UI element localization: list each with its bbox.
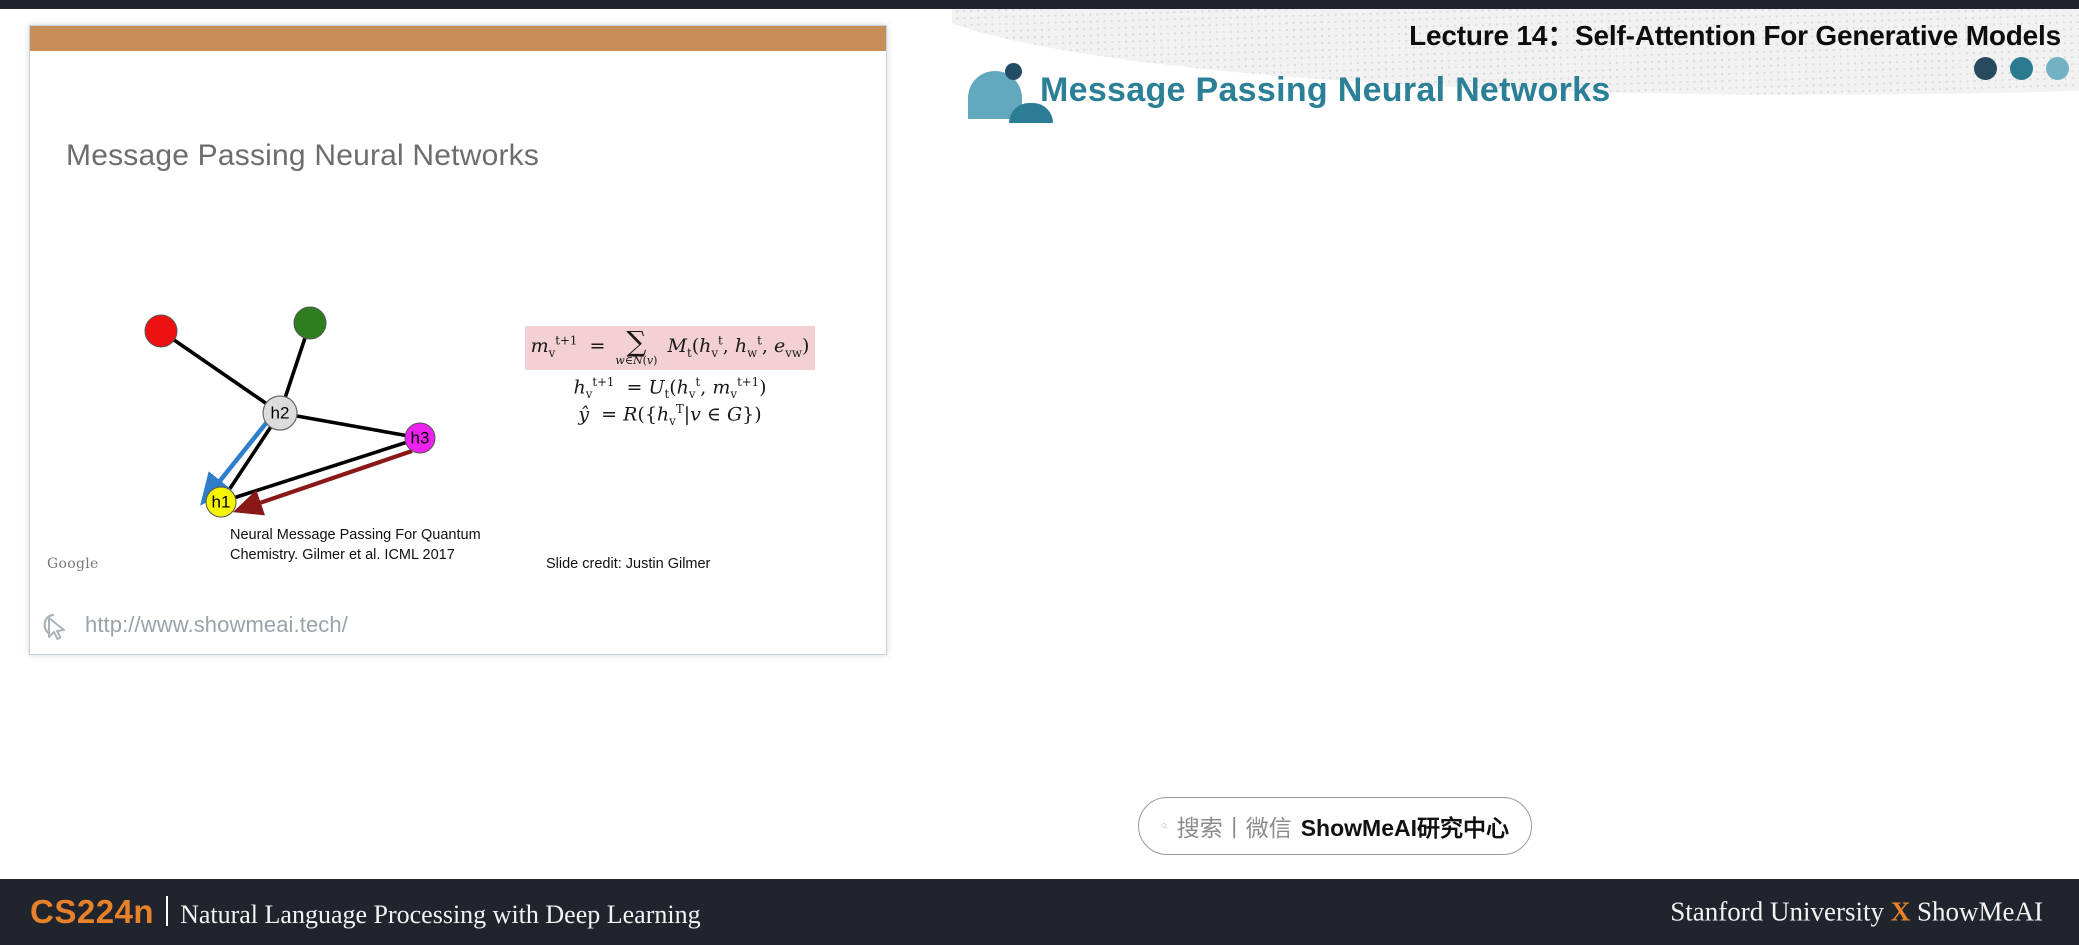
slide-credit: Slide credit: Justin Gilmer	[546, 556, 711, 572]
svg-text:h3: h3	[411, 428, 430, 447]
cursor-arrow-icon	[43, 613, 65, 640]
lecture-title: Lecture 14：Self-Attention For Generative…	[1409, 20, 2061, 51]
panel-heading: Message Passing Neural Networks	[1040, 71, 1611, 109]
header-dots-decoration	[1974, 57, 2069, 80]
reference-caption: Neural Message Passing For Quantum Chemi…	[230, 527, 481, 563]
header-dot-medium	[2010, 57, 2033, 80]
search-label: 搜索丨微信	[1176, 815, 1292, 841]
footer-attribution: Stanford University X ShowMeAI	[1670, 897, 2043, 928]
graph-svg: h2 h3 h1	[144, 306, 436, 518]
message-passing-graph-figure: h2 h3 h1	[100, 281, 460, 518]
formula-update: hvt+1 = Ut(hvt, mvt+1)	[573, 375, 767, 402]
showmeai-logo-icon	[968, 57, 1053, 123]
footer-x-mark: X	[1890, 896, 1911, 927]
google-logo: Google	[47, 556, 99, 572]
course-code: CS224n	[30, 893, 155, 930]
slide-accent-bar	[30, 26, 886, 51]
page-stage: Message Passing Neural Networks h2 h3 h1…	[0, 9, 2079, 879]
slide-card: Message Passing Neural Networks h2 h3 h1…	[29, 25, 887, 655]
formula-message-row: mvt+1 = ∑ w∈N(v) Mt(hvt, hwt, evw)	[520, 326, 820, 370]
footer-brand: ShowMeAI	[1910, 896, 2043, 927]
header-dot-dark	[1974, 57, 1997, 80]
search-icon	[1161, 823, 1168, 829]
svg-text:h1: h1	[212, 492, 231, 511]
right-panel: Lecture 14：Self-Attention For Generative…	[952, 9, 2079, 879]
blue-message-arrow	[200, 420, 269, 506]
svg-text:h2: h2	[271, 403, 290, 422]
dark-red-message-arrow	[232, 449, 413, 516]
watermark-url: http://www.showmeai.tech/	[85, 612, 348, 637]
slide-title: Message Passing Neural Networks	[66, 139, 540, 172]
top-accent-strip	[0, 0, 2079, 9]
footer-course-info: CS224n Natural Language Processing with …	[30, 893, 701, 931]
header-dot-light	[2046, 57, 2069, 80]
footer-divider	[166, 896, 169, 926]
formula-readout: ŷ = R({hvT|v ∈ G})	[578, 402, 762, 429]
search-pill[interactable]: 搜索丨微信 ShowMeAI研究中心	[1138, 797, 1532, 855]
footer-bar: CS224n Natural Language Processing with …	[0, 879, 2079, 945]
graph-nodes	[144, 306, 436, 518]
logo-dot-shape	[1005, 63, 1022, 80]
formula-message: mvt+1 = ∑ w∈N(v) Mt(hvt, hwt, evw)	[524, 325, 816, 370]
footer-university: Stanford University	[1670, 896, 1891, 927]
summation-symbol: ∑ w∈N(v)	[615, 325, 658, 367]
slide-watermark: http://www.showmeai.tech/	[40, 608, 348, 642]
course-name: Natural Language Processing with Deep Le…	[180, 900, 701, 929]
mpnn-formulas: mvt+1 = ∑ w∈N(v) Mt(hvt, hwt, evw) hvt+1…	[520, 326, 820, 428]
search-brand: ShowMeAI研究中心	[1300, 815, 1509, 841]
